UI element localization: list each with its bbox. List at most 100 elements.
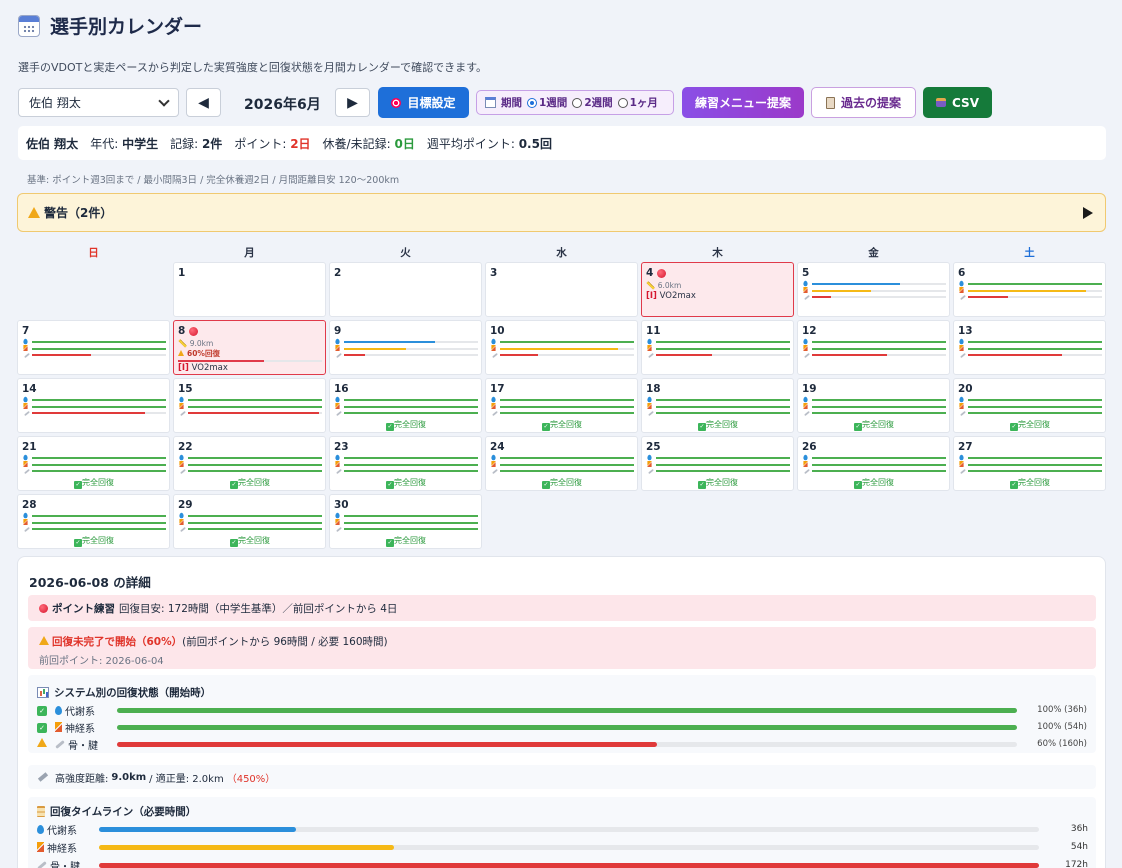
day-number: 30 — [334, 499, 478, 511]
calendar-day[interactable]: 28 ✓完全回復 — [17, 494, 170, 549]
calendar-day[interactable]: 20 ✓完全回復 — [953, 378, 1106, 433]
calendar-day[interactable]: 25 ✓完全回復 — [641, 436, 794, 491]
check-icon: ✓ — [230, 538, 238, 547]
calendar-day[interactable]: 4 📏 6.0km [I] VO2max — [641, 262, 794, 317]
lightning-icon — [491, 461, 496, 468]
recovery-bar — [344, 470, 478, 473]
system-recovery-bar — [117, 707, 1017, 713]
recovery-bar — [500, 412, 634, 415]
calendar-day[interactable]: 17 ✓完全回復 — [485, 378, 638, 433]
calendar-day[interactable]: 21 ✓完全回復 — [17, 436, 170, 491]
lightning-icon — [959, 403, 964, 410]
day-number-text: 22 — [178, 441, 193, 453]
day-menu-tag: [I] — [646, 291, 657, 301]
day-number: 26 — [802, 441, 946, 453]
calendar-day[interactable]: 23 ✓完全回復 — [329, 436, 482, 491]
recovery-bar — [812, 289, 946, 292]
day-menu: [I] VO2max — [178, 363, 322, 373]
recovery-bar — [812, 405, 946, 408]
period-option-1m[interactable]: 1ヶ月 — [617, 95, 658, 110]
calendar-day[interactable]: 30 ✓完全回復 — [329, 494, 482, 549]
full-recovery-text: 完全回復 — [394, 477, 426, 487]
system-recovery-bar — [117, 724, 1017, 730]
lightning-icon — [803, 345, 808, 352]
calendar-day[interactable]: 26 ✓完全回復 — [797, 436, 950, 491]
recovery-bar — [968, 296, 1102, 299]
full-recovery-badge: ✓完全回復 — [646, 477, 790, 489]
calendar-day[interactable]: 13 — [953, 320, 1106, 375]
day-recovery-bars — [958, 339, 1102, 359]
day-number-text: 26 — [802, 441, 817, 453]
system-icon — [490, 468, 500, 475]
day-number: 21 — [22, 441, 166, 453]
check-icon: ✓ — [37, 705, 47, 716]
calendar-day[interactable]: 18 ✓完全回復 — [641, 378, 794, 433]
recovery-bar — [656, 405, 790, 408]
system-name: 骨・腱 — [55, 737, 117, 752]
recovery-bar — [188, 515, 322, 518]
system-recovery-value: 100% (36h) — [1037, 705, 1087, 715]
athlete-select[interactable]: 佐伯 翔太 — [18, 88, 179, 117]
full-recovery-badge: ✓完全回復 — [646, 419, 790, 431]
calendar-day[interactable]: 6 — [953, 262, 1106, 317]
calendar-day[interactable]: 8 📏 9.0km 60%回復 [I] VO2max — [173, 320, 326, 375]
prev-month-button[interactable]: ◀ — [186, 88, 221, 117]
csv-export-button[interactable]: CSV — [923, 87, 992, 118]
recovery-bar — [344, 521, 478, 524]
day-recovery-bars — [334, 339, 478, 359]
radio-icon — [617, 97, 628, 108]
system-icon — [646, 468, 656, 475]
past-suggestions-button[interactable]: 過去の提案 — [811, 87, 916, 118]
calendar-day[interactable]: 10 — [485, 320, 638, 375]
lightning-icon — [55, 722, 62, 732]
day-recovery-bar — [178, 360, 322, 362]
calendar-day[interactable]: 2 — [329, 262, 482, 317]
calendar-day[interactable]: 1 — [173, 262, 326, 317]
summary-name: 佐伯 翔太 — [26, 136, 79, 151]
calendar-day[interactable]: 15 — [173, 378, 326, 433]
calendar-day[interactable]: 14 — [17, 378, 170, 433]
day-number: 28 — [22, 499, 166, 511]
recovery-bar — [32, 412, 166, 415]
weekday-label: 水 — [556, 247, 567, 259]
calendar-day[interactable]: 19 ✓完全回復 — [797, 378, 950, 433]
check-icon: ✓ — [698, 480, 706, 489]
day-recovery-bars — [802, 455, 946, 475]
suggest-menu-button[interactable]: 練習メニュー提案 — [682, 87, 804, 118]
timeline-row: 代謝系 36h — [37, 822, 1088, 837]
calendar-day[interactable]: 22 ✓完全回復 — [173, 436, 326, 491]
bone-icon — [180, 527, 186, 533]
calendar-day[interactable]: 27 ✓完全回復 — [953, 436, 1106, 491]
recovery-warn-text: (前回ポイントから 96時間 / 必要 160時間) — [182, 636, 388, 648]
calendar-day[interactable]: 7 — [17, 320, 170, 375]
lightning-icon — [647, 403, 652, 410]
day-menu-name: VO2max — [188, 363, 228, 373]
radio-icon — [572, 97, 583, 108]
day-recovery-bars — [490, 339, 634, 359]
recovery-bar — [656, 463, 790, 466]
calendar-day[interactable]: 24 ✓完全回復 — [485, 436, 638, 491]
bone-icon — [804, 411, 810, 417]
day-distance: 📏 6.0km — [646, 281, 790, 290]
goal-settings-button[interactable]: 目標設定 — [378, 87, 469, 118]
period-option-1w[interactable]: 1週間 — [527, 95, 567, 110]
droplet-icon — [55, 705, 62, 715]
calendar-day[interactable]: 16 ✓完全回復 — [329, 378, 482, 433]
next-month-button[interactable]: ▶ — [335, 88, 370, 117]
bone-icon — [24, 411, 30, 417]
day-number-text: 30 — [334, 499, 349, 511]
system-icon — [334, 352, 344, 359]
calendar-day[interactable]: 11 — [641, 320, 794, 375]
period-option-2w[interactable]: 2週間 — [572, 95, 613, 110]
calendar-day[interactable]: 3 — [485, 262, 638, 317]
weekday-label: 火 — [400, 247, 411, 259]
calendar-day[interactable]: 12 — [797, 320, 950, 375]
period-option-label: 1週間 — [539, 97, 568, 109]
calendar-day[interactable]: 5 — [797, 262, 950, 317]
calendar-day[interactable]: 29 ✓完全回復 — [173, 494, 326, 549]
summary-points-label: ポイント: — [234, 136, 287, 151]
calendar-day[interactable]: 9 — [329, 320, 482, 375]
day-number: 27 — [958, 441, 1102, 453]
system-icon — [958, 294, 968, 301]
warning-panel-toggle[interactable]: 警告（2件） — [17, 193, 1106, 232]
